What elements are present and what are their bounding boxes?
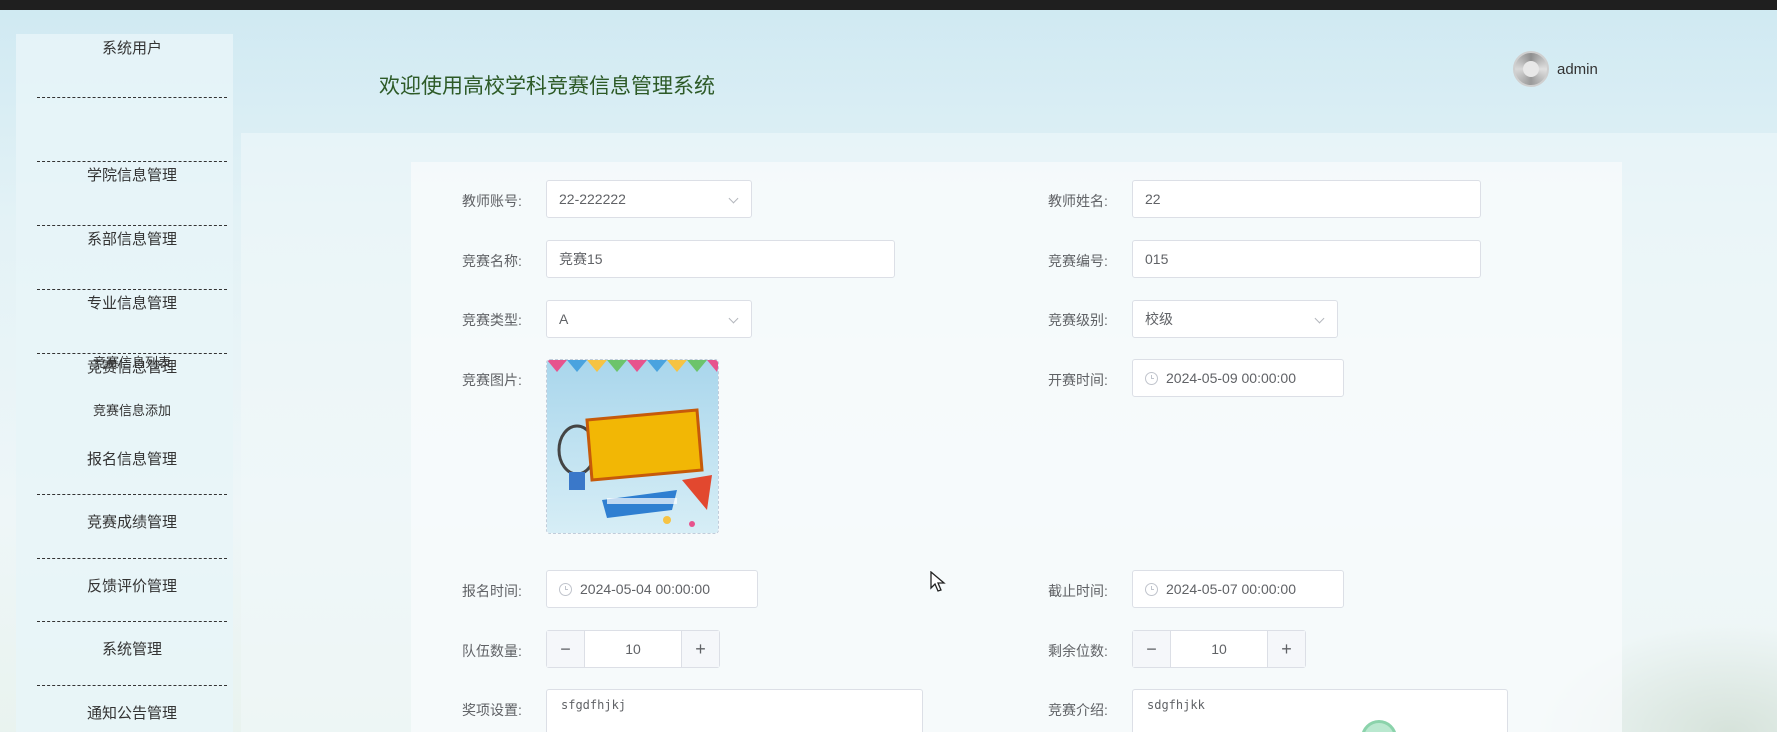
remaining-slots-label: 剩余位数: — [1048, 643, 1108, 659]
sidebar-item-department[interactable]: 系部信息管理 — [37, 162, 227, 248]
teacher-account-select[interactable]: 22-222222 — [546, 180, 752, 218]
username: admin — [1557, 60, 1598, 78]
team-count-stepper[interactable]: − 10 + — [546, 630, 720, 668]
user-menu[interactable]: admin — [1513, 50, 1598, 88]
competition-name-label: 竞赛名称: — [462, 253, 522, 269]
competition-poster-image — [547, 360, 718, 533]
remaining-slots-value[interactable]: 10 — [1171, 631, 1267, 667]
competition-type-label: 竞赛类型: — [462, 312, 522, 328]
sidebar-item-label: 报名信息管理 — [86, 451, 177, 468]
teacher-name-label: 教师姓名: — [1048, 193, 1108, 209]
sidebar-item-signup[interactable]: 报名信息管理 — [37, 432, 227, 495]
sidebar-item-notice[interactable]: 通知公告管理 — [37, 686, 227, 732]
sidebar-item-label: 竞赛成绩管理 — [86, 514, 177, 531]
team-count-value[interactable]: 10 — [585, 631, 681, 667]
minus-icon[interactable]: − — [547, 631, 585, 667]
sidebar-item-feedback[interactable]: 反馈评价管理 — [37, 559, 227, 622]
deadline-picker[interactable]: 2024-05-07 00:00:00 — [1132, 570, 1344, 608]
start-time-label: 开赛时间: — [1048, 372, 1108, 388]
sidebar-item-label: 通知公告管理 — [86, 705, 177, 722]
competition-type-value: A — [559, 311, 569, 327]
competition-level-label: 竞赛级别: — [1048, 312, 1108, 328]
competition-type-select[interactable]: A — [546, 300, 752, 338]
competition-intro-textarea[interactable]: sdgfhjkk — [1132, 689, 1508, 732]
deadline-label: 截止时间: — [1048, 583, 1108, 599]
sidebar-item-label: 系统管理 — [101, 641, 162, 658]
clock-icon — [559, 582, 572, 596]
teacher-account-label: 教师账号: — [462, 193, 522, 209]
clock-icon — [1145, 582, 1158, 596]
deadline-value: 2024-05-07 00:00:00 — [1166, 581, 1296, 597]
clock-icon — [1145, 371, 1158, 385]
sidebar-item-major[interactable]: 专业信息管理 — [37, 226, 227, 312]
sidebar-item-system-management[interactable]: 系统管理 — [37, 622, 227, 686]
plus-icon[interactable]: + — [681, 631, 719, 667]
sidebar-item-label: 系统用户 — [101, 40, 162, 57]
minus-icon[interactable]: − — [1133, 631, 1171, 667]
plus-icon[interactable]: + — [1267, 631, 1305, 667]
sidebar-subitem-competition-list[interactable]: 竞赛信息列表 — [37, 352, 227, 371]
sidebar-item-results[interactable]: 竞赛成绩管理 — [37, 495, 227, 559]
start-time-picker[interactable]: 2024-05-09 00:00:00 — [1132, 359, 1344, 397]
award-settings-textarea[interactable]: sfgdfhjkj — [546, 689, 923, 732]
competition-name-value: 竞赛15 — [559, 251, 603, 267]
mouse-pointer-icon — [930, 571, 946, 592]
sidebar-item-label: 反馈评价管理 — [86, 578, 177, 595]
signup-time-label: 报名时间: — [462, 583, 522, 599]
sidebar: 系统用户 学院信息管理 系部信息管理 专业信息管理 竞赛信息管理 竞赛信息列表 … — [16, 34, 233, 732]
page-title: 欢迎使用高校学科竞赛信息管理系统 — [379, 75, 715, 98]
award-settings-label: 奖项设置: — [462, 702, 522, 718]
teacher-name-value: 22 — [1145, 191, 1161, 207]
avatar-icon[interactable] — [1513, 51, 1549, 87]
signup-time-value: 2024-05-04 00:00:00 — [580, 581, 710, 597]
competition-image-label: 竞赛图片: — [462, 372, 522, 388]
competition-code-field[interactable]: 015 — [1132, 240, 1481, 278]
competition-intro-label: 竞赛介绍: — [1048, 702, 1108, 718]
competition-level-value: 校级 — [1145, 311, 1173, 327]
competition-image-upload[interactable] — [546, 359, 719, 534]
remaining-slots-stepper[interactable]: − 10 + — [1132, 630, 1306, 668]
competition-level-select[interactable]: 校级 — [1132, 300, 1338, 338]
sidebar-subitem-competition-add[interactable]: 竞赛信息添加 — [37, 400, 227, 419]
start-time-value: 2024-05-09 00:00:00 — [1166, 370, 1296, 386]
signup-time-picker[interactable]: 2024-05-04 00:00:00 — [546, 570, 758, 608]
sidebar-item-system-users[interactable]: 系统用户 — [37, 34, 227, 98]
teacher-account-value: 22-222222 — [559, 191, 626, 207]
window-top-bar — [0, 0, 1777, 10]
sidebar-item-college[interactable]: 学院信息管理 — [37, 98, 227, 184]
teacher-name-field[interactable]: 22 — [1132, 180, 1481, 218]
sidebar-item-competition[interactable]: 竞赛信息管理 — [37, 290, 227, 376]
team-count-label: 队伍数量: — [462, 643, 522, 659]
competition-code-label: 竞赛编号: — [1048, 253, 1108, 269]
competition-name-field[interactable]: 竞赛15 — [546, 240, 895, 278]
competition-code-value: 015 — [1145, 251, 1169, 267]
